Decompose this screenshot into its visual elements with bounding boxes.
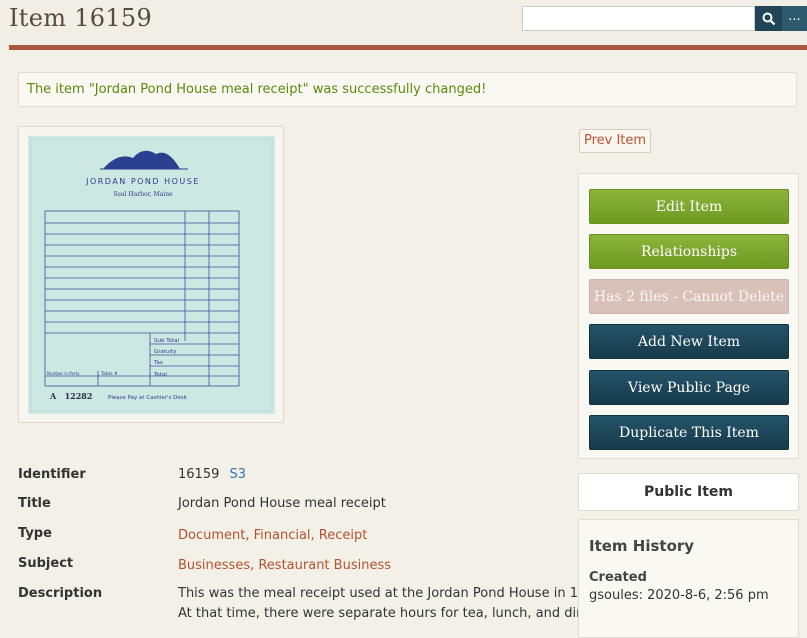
search-icon <box>762 12 775 25</box>
receipt-label-total: Total <box>153 372 167 378</box>
description-line-1: This was the meal receipt used at the Jo… <box>178 586 607 601</box>
receipt-number-in-party: Number in Party <box>47 371 80 376</box>
view-public-page-button[interactable]: View Public Page <box>589 370 789 405</box>
created-value: gsoules: 2020-8-6, 2:56 pm <box>589 588 769 603</box>
search-button[interactable] <box>755 6 782 31</box>
page-title: Item 16159 <box>9 4 153 32</box>
title-value: Jordan Pond House meal receipt <box>178 496 386 511</box>
receipt-label-tax: Tax <box>153 360 164 366</box>
receipt-subtitle: Seal Harbor, Maine <box>113 191 173 198</box>
receipt-label-gratuity: Gratuity <box>154 349 177 355</box>
receipt-table-number: Table # <box>100 371 118 377</box>
public-item-badge: Public Item <box>578 473 799 511</box>
search-input[interactable] <box>522 6 755 31</box>
identifier-s3-link[interactable]: S3 <box>230 467 247 482</box>
receipt-title: JORDAN POND HOUSE <box>85 177 200 186</box>
prev-item-button[interactable]: Prev Item <box>579 129 651 153</box>
item-history-title: Item History <box>589 537 695 555</box>
type-label: Type <box>18 526 52 541</box>
header-divider <box>9 45 807 50</box>
description-label: Description <box>18 586 103 601</box>
item-actions-panel: Edit Item Relationships Has 2 files - Ca… <box>578 173 799 459</box>
page-header: Item 16159 ... <box>0 0 807 46</box>
cannot-delete-button: Has 2 files - Cannot Delete <box>589 279 789 314</box>
edit-item-button[interactable]: Edit Item <box>589 189 789 224</box>
success-message: The item "Jordan Pond House meal receipt… <box>18 72 797 107</box>
created-label: Created <box>589 570 647 585</box>
subject-label: Subject <box>18 556 74 571</box>
type-value-link[interactable]: Document, Financial, Receipt <box>178 528 367 543</box>
relationships-button[interactable]: Relationships <box>589 234 789 269</box>
receipt-scan: JORDAN POND HOUSE Seal Harbor, Maine Sub… <box>28 136 275 414</box>
add-new-item-button[interactable]: Add New Item <box>589 324 789 359</box>
receipt-label-subtotal: Sub Total <box>154 338 180 344</box>
receipt-serial: A 12282 <box>49 391 92 401</box>
receipt-pay-note: Please Pay at Cashier's Desk <box>108 395 188 401</box>
search-options-button[interactable]: ... <box>782 6 807 31</box>
item-image[interactable]: JORDAN POND HOUSE Seal Harbor, Maine Sub… <box>18 126 284 423</box>
identifier-value: 16159 <box>178 467 220 482</box>
subject-value-link[interactable]: Businesses, Restaurant Business <box>178 558 391 573</box>
identifier-label: Identifier <box>18 467 86 482</box>
item-history-panel: Item History Created gsoules: 2020-8-6, … <box>578 519 799 638</box>
title-label: Title <box>18 496 51 511</box>
duplicate-item-button[interactable]: Duplicate This Item <box>589 415 789 450</box>
description-line-2: At that time, there were separate hours … <box>178 606 609 621</box>
